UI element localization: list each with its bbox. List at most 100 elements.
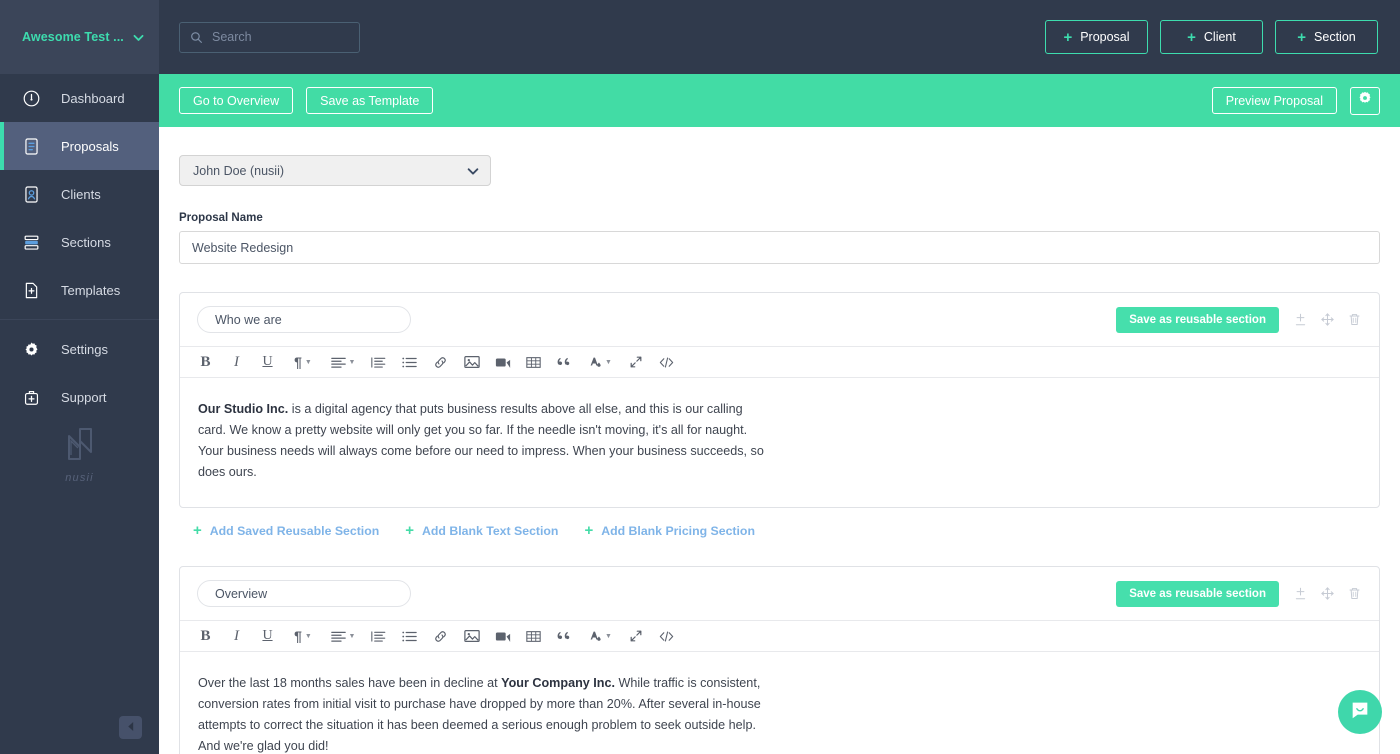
chevron-down-icon: ▼	[348, 632, 356, 640]
underline-button[interactable]: U	[252, 347, 283, 377]
sidebar-item-sections[interactable]: Sections	[0, 218, 159, 266]
ordered-list-button[interactable]	[363, 347, 394, 377]
paragraph-format-button[interactable]: ¶ ▼	[283, 621, 323, 651]
quote-button[interactable]	[549, 621, 580, 651]
plus-underline-icon[interactable]	[1293, 312, 1308, 327]
section-tools	[1279, 312, 1379, 327]
nusii-logo: nusii	[0, 424, 159, 484]
new-client-button[interactable]: + Client	[1160, 20, 1263, 54]
sidebar-item-label: Clients	[61, 186, 101, 202]
proposal-name-label: Proposal Name	[179, 212, 263, 224]
table-button[interactable]	[518, 347, 549, 377]
document-plus-icon	[20, 279, 42, 301]
new-client-label: Client	[1203, 30, 1236, 44]
search-box[interactable]	[179, 21, 360, 53]
section-body[interactable]: Over the last 18 months sales have been …	[180, 652, 1379, 754]
quote-button[interactable]	[549, 347, 580, 377]
trash-icon[interactable]	[1347, 586, 1362, 601]
section-body[interactable]: Our Studio Inc. is a digital agency that…	[180, 378, 1379, 507]
text-color-button[interactable]: ▼	[580, 621, 620, 651]
add-saved-reusable-section-link[interactable]: + Add Saved Reusable Section	[193, 523, 379, 538]
action-bar: Go to Overview Save as Template Preview …	[159, 74, 1400, 127]
add-blank-text-section-link[interactable]: + Add Blank Text Section	[405, 523, 558, 538]
plus-icon: +	[1297, 28, 1307, 46]
fullscreen-button[interactable]	[620, 621, 651, 651]
bold-button[interactable]: B	[190, 347, 221, 377]
image-button[interactable]	[456, 621, 487, 651]
move-arrows-icon[interactable]	[1320, 312, 1335, 327]
intercom-chat-button[interactable]	[1338, 690, 1382, 734]
sidebar-item-templates[interactable]: Templates	[0, 266, 159, 314]
add-link-label: Add Blank Text Section	[422, 523, 559, 538]
save-as-template-button[interactable]: Save as Template	[306, 87, 434, 114]
plus-underline-icon[interactable]	[1293, 586, 1308, 601]
code-view-button[interactable]	[651, 347, 682, 377]
ordered-list-button[interactable]	[363, 621, 394, 651]
paragraph-format-button[interactable]: ¶ ▼	[283, 347, 323, 377]
video-button[interactable]	[487, 347, 518, 377]
sidebar-divider	[0, 319, 159, 320]
section-paragraph: Our Studio Inc. is a digital agency that…	[198, 399, 773, 483]
italic-button[interactable]: I	[221, 621, 252, 651]
section-tools	[1279, 586, 1379, 601]
editor-toolbar: B I U ¶ ▼ ▼ ▼	[180, 620, 1379, 652]
link-button[interactable]	[425, 347, 456, 377]
add-blank-pricing-section-link[interactable]: + Add Blank Pricing Section	[584, 523, 755, 538]
section-card-who-we-are: Save as reusable section	[179, 292, 1380, 508]
image-button[interactable]	[456, 347, 487, 377]
bold-button[interactable]: B	[190, 621, 221, 651]
chevron-down-icon: ▼	[304, 632, 312, 640]
chevron-down-icon: ▼	[605, 358, 612, 366]
app-root: Awesome Test ... Dashboard Proposals Cli…	[0, 0, 1400, 754]
workspace-switcher[interactable]: Awesome Test ...	[0, 0, 159, 74]
preview-proposal-button[interactable]: Preview Proposal	[1211, 87, 1337, 114]
new-section-button[interactable]: + Section	[1275, 20, 1378, 54]
section-card-overview: Save as reusable section	[179, 566, 1380, 754]
search-input[interactable]	[212, 30, 349, 44]
align-button[interactable]: ▼	[323, 347, 363, 377]
sidebar-item-clients[interactable]: Clients	[0, 170, 159, 218]
sidebar-item-dashboard[interactable]: Dashboard	[0, 74, 159, 122]
add-link-label: Add Blank Pricing Section	[601, 523, 755, 538]
save-as-reusable-section-button[interactable]: Save as reusable section	[1116, 580, 1279, 607]
sidebar-item-support[interactable]: Support	[0, 373, 159, 421]
text-color-button[interactable]: ▼	[580, 347, 620, 377]
section-header: Save as reusable section	[180, 293, 1379, 346]
italic-button[interactable]: I	[221, 347, 252, 377]
sidebar: Awesome Test ... Dashboard Proposals Cli…	[0, 0, 159, 754]
underline-button[interactable]: U	[252, 621, 283, 651]
save-as-reusable-section-button[interactable]: Save as reusable section	[1116, 306, 1279, 333]
plus-icon: +	[1063, 28, 1073, 46]
proposal-settings-button[interactable]	[1350, 86, 1380, 115]
new-proposal-button[interactable]: + Proposal	[1045, 20, 1148, 54]
nusii-logo-text: nusii	[65, 472, 94, 484]
document-lines-icon	[20, 135, 42, 157]
client-select-value: John Doe (nusii)	[193, 163, 285, 178]
trash-icon[interactable]	[1347, 312, 1362, 327]
move-arrows-icon[interactable]	[1320, 586, 1335, 601]
caret-left-icon	[126, 719, 135, 737]
table-button[interactable]	[518, 621, 549, 651]
bullet-list-button[interactable]	[394, 347, 425, 377]
nusii-logo-mark	[64, 424, 96, 469]
video-button[interactable]	[487, 621, 518, 651]
section-paragraph: Over the last 18 months sales have been …	[198, 673, 773, 754]
sidebar-item-settings[interactable]: Settings	[0, 325, 159, 373]
align-button[interactable]: ▼	[323, 621, 363, 651]
link-button[interactable]	[425, 621, 456, 651]
person-card-icon	[20, 183, 42, 205]
sidebar-collapse-button[interactable]	[119, 716, 142, 739]
sidebar-item-proposals[interactable]: Proposals	[0, 122, 159, 170]
proposal-name-input[interactable]	[179, 231, 1380, 264]
workspace-name: Awesome Test ...	[22, 30, 124, 44]
bullet-list-button[interactable]	[394, 621, 425, 651]
new-proposal-label: Proposal	[1080, 30, 1130, 44]
client-select[interactable]: John Doe (nusii)	[179, 155, 491, 186]
section-title-input[interactable]	[197, 580, 411, 607]
fullscreen-button[interactable]	[620, 347, 651, 377]
sidebar-item-label: Settings	[61, 341, 108, 357]
gear-icon	[1357, 90, 1373, 111]
go-to-overview-button[interactable]: Go to Overview	[179, 87, 294, 114]
section-title-input[interactable]	[197, 306, 411, 333]
code-view-button[interactable]	[651, 621, 682, 651]
